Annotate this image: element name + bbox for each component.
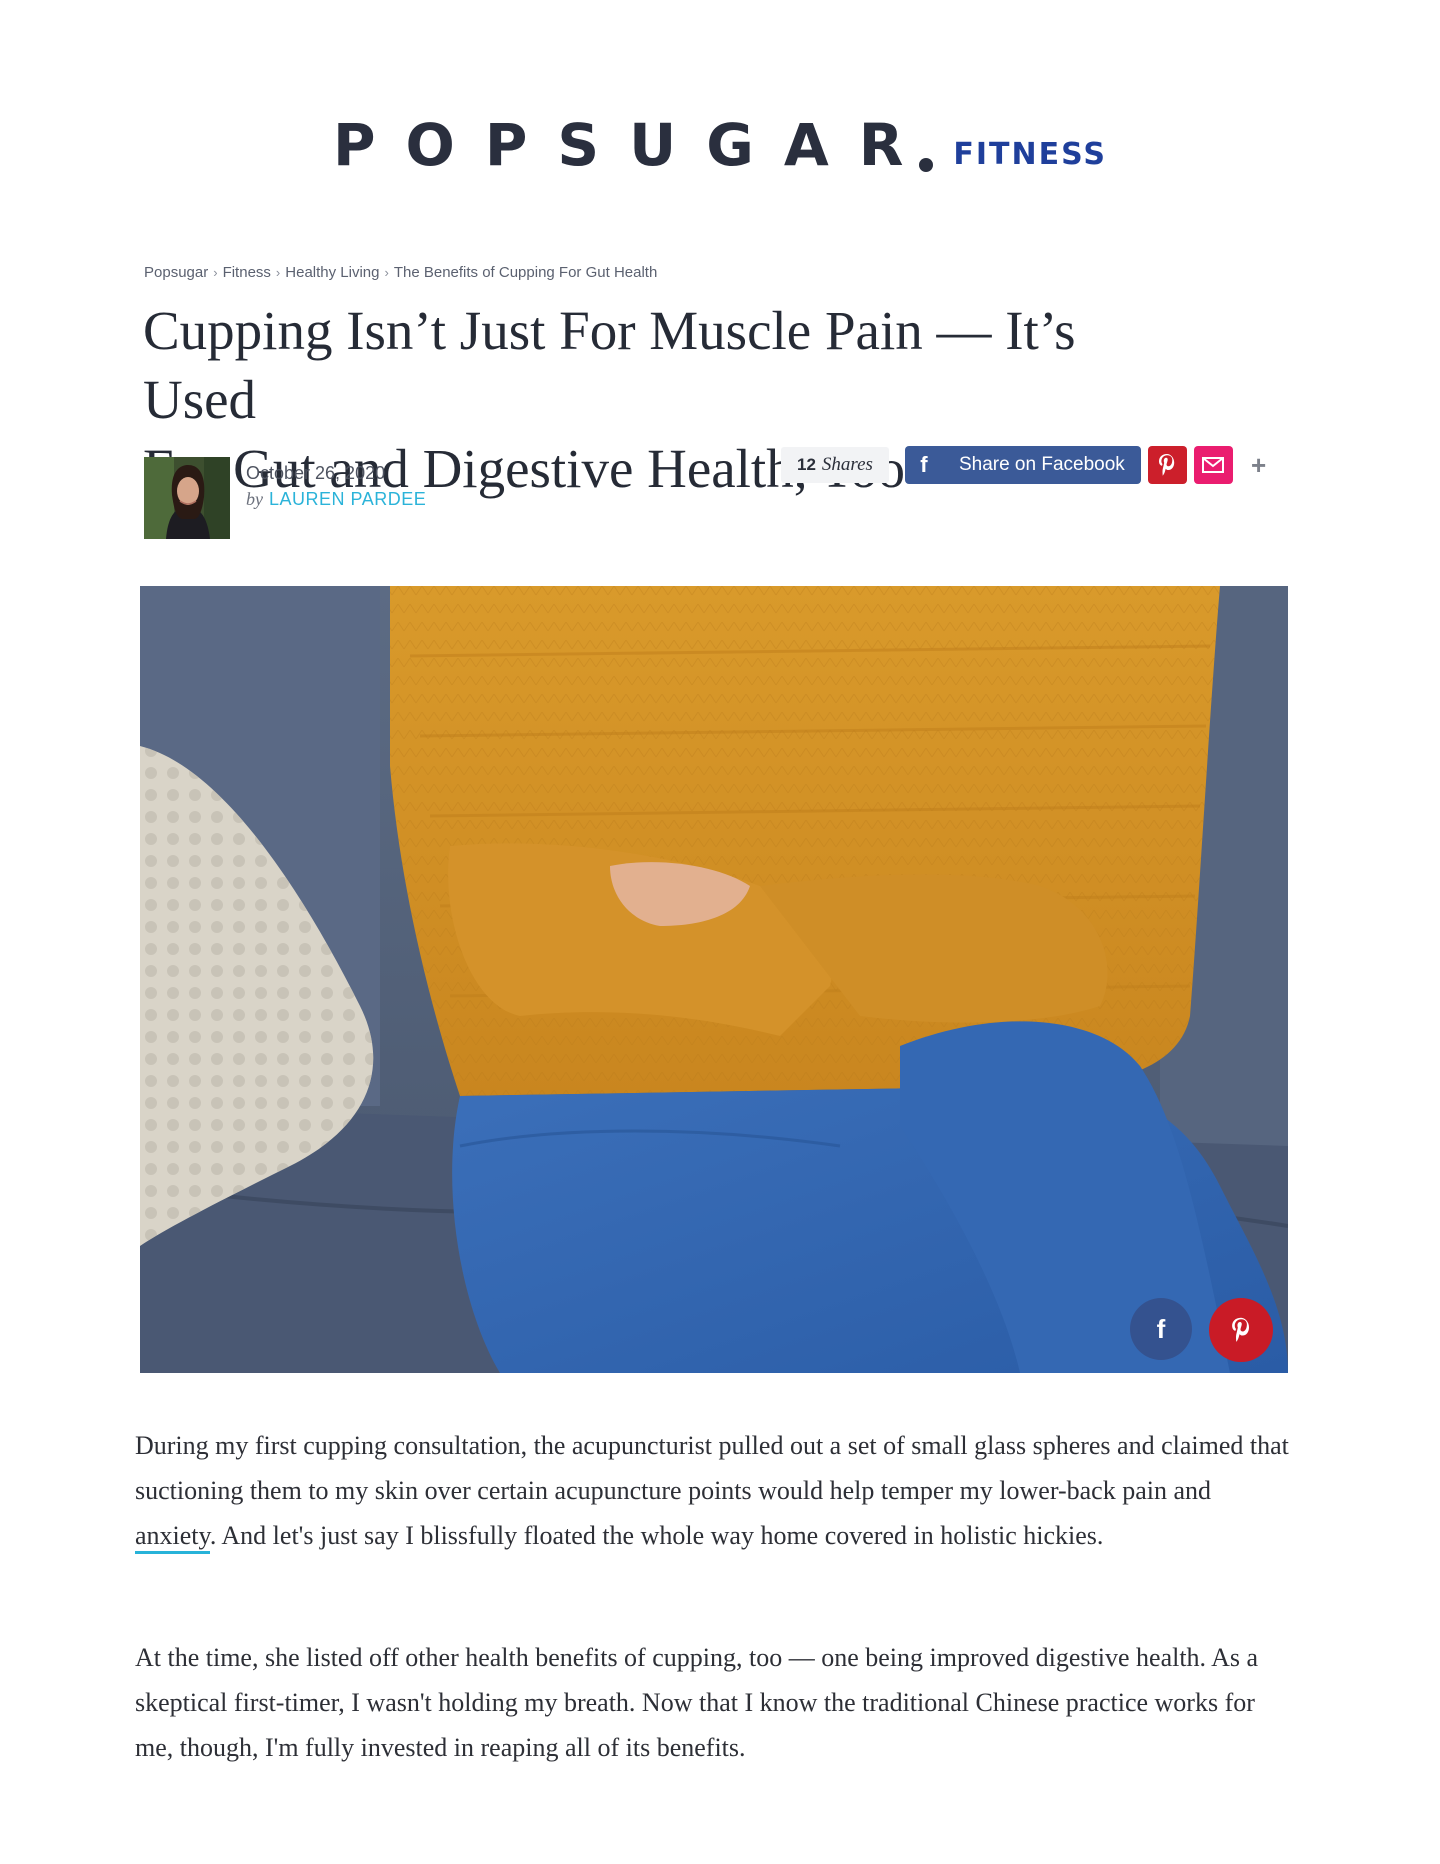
- email-icon: [1202, 457, 1225, 473]
- byline: October 26, 2020 by LAUREN PARDEE: [144, 457, 426, 539]
- hero-illustration: [140, 586, 1288, 1373]
- article-paragraph-2: At the time, she listed off other health…: [135, 1643, 1259, 1762]
- paragraph-1-text-b: . And let's just say I blissfully floate…: [209, 1521, 1104, 1550]
- author-link[interactable]: LAUREN PARDEE: [269, 489, 426, 509]
- article-paragraph-1: During my first cupping consultation, th…: [135, 1423, 1295, 1558]
- share-on-facebook-label: Share on Facebook: [958, 454, 1125, 475]
- share-count-label: Shares: [821, 454, 873, 475]
- breadcrumb: Popsugar › Fitness › Healthy Living › Th…: [144, 264, 657, 281]
- pinterest-icon: [1232, 1317, 1249, 1342]
- hero-image: f: [140, 586, 1288, 1373]
- breadcrumb-item-current[interactable]: The Benefits of Cupping For Gut Health: [394, 264, 657, 281]
- breadcrumb-separator: ›: [213, 265, 218, 280]
- breadcrumb-separator: ›: [275, 265, 281, 280]
- hero-pinterest-share-button[interactable]: [1209, 1298, 1273, 1362]
- share-count: 12 Shares: [781, 447, 889, 483]
- breadcrumb-item-healthy-living[interactable]: Healthy Living: [285, 264, 379, 281]
- headline-line-1: Cupping Isn’t Just For Muscle Pain — It’…: [143, 300, 1076, 430]
- share-count-number: 12: [797, 455, 816, 474]
- hero-facebook-share-button[interactable]: f: [1130, 1298, 1192, 1360]
- anxiety-link[interactable]: anxiety: [135, 1521, 210, 1554]
- pinterest-share-button[interactable]: [1147, 446, 1187, 484]
- share-on-facebook-button[interactable]: f Share on Facebook: [904, 446, 1141, 484]
- logo-section-name: FITNESS: [953, 137, 1107, 172]
- by-label: by: [246, 489, 263, 509]
- pinterest-icon: [1159, 454, 1175, 476]
- email-share-button[interactable]: [1193, 446, 1233, 484]
- breadcrumb-separator: ›: [384, 265, 389, 280]
- facebook-icon: f: [920, 452, 928, 477]
- facebook-icon: f: [1156, 1313, 1166, 1344]
- logo-wordmark: POPSUGAR: [333, 111, 934, 179]
- paragraph-1-text-a: During my first cupping consultation, th…: [135, 1431, 1289, 1505]
- author-line: by LAUREN PARDEE: [246, 486, 426, 512]
- more-share-options-plus-icon[interactable]: +: [1251, 452, 1266, 478]
- author-avatar[interactable]: [144, 457, 230, 539]
- share-bar: 12 Shares f Share on Facebook +: [781, 446, 1266, 484]
- publish-date: October 26, 2020: [246, 463, 386, 483]
- article-meta: October 26, 2020 by LAUREN PARDEE: [246, 460, 426, 539]
- breadcrumb-item-popsugar[interactable]: Popsugar: [144, 264, 208, 281]
- site-logo[interactable]: POPSUGAR FITNESS: [0, 104, 1440, 174]
- breadcrumb-item-fitness[interactable]: Fitness: [223, 264, 271, 281]
